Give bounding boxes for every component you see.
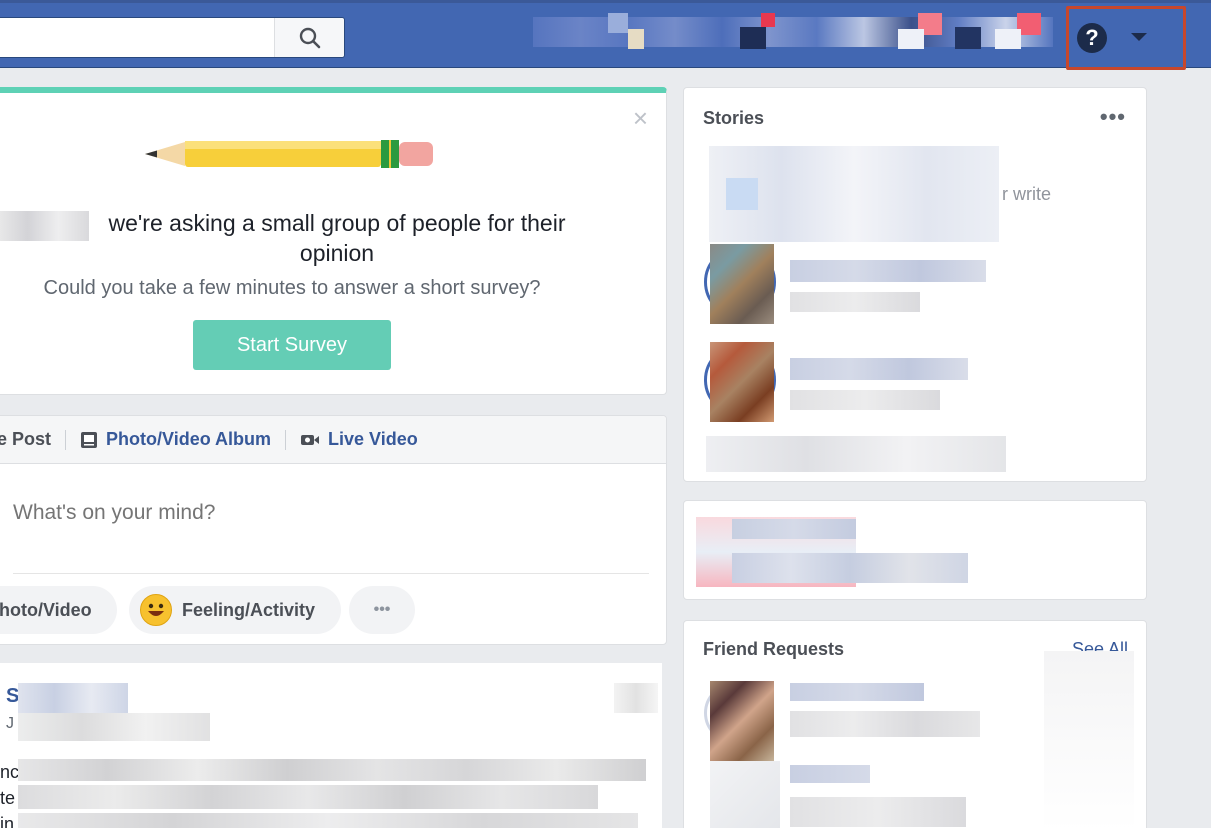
blurred-story-name (790, 260, 986, 282)
caret-down-icon[interactable] (1131, 33, 1147, 41)
search-button[interactable] (274, 18, 344, 57)
tab-photo-video-album[interactable]: Photo/Video Album (66, 429, 285, 450)
stories-text-fragment: r write (1002, 184, 1051, 204)
stories-title: Stories (703, 108, 765, 128)
post-composer: e Post Photo/Video Album Live Video hoto… (0, 415, 667, 645)
tab-create-post-label: e Post (0, 429, 52, 449)
pencil-illustration (145, 140, 433, 168)
blurred-story-name (790, 358, 968, 380)
smiley-icon (140, 594, 172, 626)
post-text-line: in (0, 814, 15, 828)
close-icon[interactable]: × (633, 105, 648, 131)
video-camera-icon (301, 434, 320, 445)
photo-video-label: hoto/Video (0, 599, 92, 620)
friend-requests-card: Friend Requests See All (683, 620, 1147, 828)
survey-subtitle: Could you take a few minutes to answer a… (43, 277, 541, 299)
blurred-friend-name[interactable] (790, 683, 924, 701)
top-navigation-bar: ? (0, 0, 1211, 70)
survey-title: we're asking a small group of people for… (108, 210, 566, 266)
tab-live-video-label: Live Video (328, 429, 418, 449)
survey-card: × we're asking a small group of people f… (0, 87, 667, 395)
tab-live-video[interactable]: Live Video (286, 429, 432, 450)
more-icon[interactable]: ••• (1100, 106, 1126, 128)
feeling-activity-button[interactable]: Feeling/Activity (129, 586, 341, 634)
stories-card: Stories ••• r write (683, 87, 1147, 482)
search-input[interactable] (0, 18, 273, 57)
feed-post: S J nc te in (0, 663, 662, 828)
help-menu-highlight: ? (1066, 6, 1186, 70)
post-text-line: nc (0, 762, 20, 782)
friend-requests-title: Friend Requests (703, 639, 845, 659)
tab-create-post[interactable]: e Post (0, 429, 65, 450)
more-options-button[interactable]: ••• (349, 586, 415, 634)
feeling-activity-label: Feeling/Activity (182, 599, 316, 620)
blurred-card (683, 500, 1147, 600)
search-icon (299, 27, 320, 48)
search-box (0, 17, 345, 58)
question-icon[interactable]: ? (1077, 23, 1107, 53)
blurred-navigation-items (533, 13, 1053, 55)
start-survey-button[interactable]: Start Survey (193, 320, 391, 370)
photo-video-button[interactable]: hoto/Video (0, 586, 117, 634)
blurred-user-name (0, 211, 89, 241)
composer-tabs: e Post Photo/Video Album Live Video (0, 416, 666, 464)
post-text-line: te (0, 788, 16, 808)
tab-photo-video-album-label: Photo/Video Album (106, 429, 272, 449)
photo-album-icon (81, 431, 98, 448)
composer-divider (13, 573, 649, 574)
post-date-fragment: J (6, 715, 14, 732)
status-input[interactable] (13, 501, 613, 525)
more-icon: ••• (373, 601, 391, 618)
